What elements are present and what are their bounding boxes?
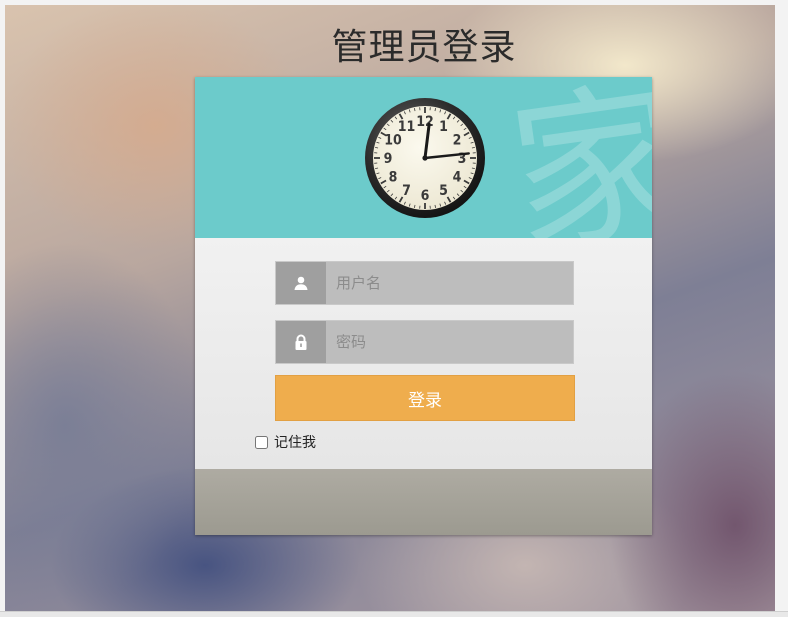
clock-numeral: 2 bbox=[453, 133, 462, 149]
clock-numeral: 1 bbox=[439, 119, 448, 135]
clock-numeral: 6 bbox=[421, 188, 430, 204]
clock-numeral: 7 bbox=[402, 183, 411, 199]
clock-numeral: 5 bbox=[439, 183, 448, 199]
page-title: 管理员登录 bbox=[331, 27, 517, 68]
lock-icon bbox=[276, 321, 326, 363]
window-bottom-strip bbox=[0, 611, 788, 617]
clock-numeral: 8 bbox=[389, 170, 398, 186]
clock-center-pin bbox=[422, 155, 428, 161]
remember-me-checkbox[interactable] bbox=[255, 435, 268, 449]
username-field bbox=[275, 261, 574, 305]
clock-numeral: 11 bbox=[398, 119, 416, 135]
password-field bbox=[275, 320, 574, 364]
login-panel-footer bbox=[195, 469, 652, 535]
remember-me-label: 记住我 bbox=[274, 435, 316, 451]
clock-numeral: 9 bbox=[384, 151, 393, 167]
clock-numeral: 12 bbox=[416, 114, 434, 130]
login-form: 登录 记住我 bbox=[195, 238, 652, 469]
username-input[interactable] bbox=[326, 262, 573, 304]
remember-me[interactable]: 记住我 bbox=[255, 432, 316, 452]
password-input[interactable] bbox=[326, 321, 573, 363]
user-icon bbox=[276, 262, 326, 304]
watermark-graphic: 家 bbox=[499, 77, 652, 238]
login-panel-header: 家 12 1 2 3 4 5 6 7 8 9 10 11 bbox=[195, 77, 652, 238]
login-panel: 家 12 1 2 3 4 5 6 7 8 9 10 11 用户名 登录 记住我 bbox=[195, 77, 652, 535]
login-button[interactable]: 登录 bbox=[275, 375, 575, 421]
clock-numeral: 4 bbox=[453, 170, 462, 186]
clock-icon: 12 1234567891011 bbox=[365, 98, 485, 218]
